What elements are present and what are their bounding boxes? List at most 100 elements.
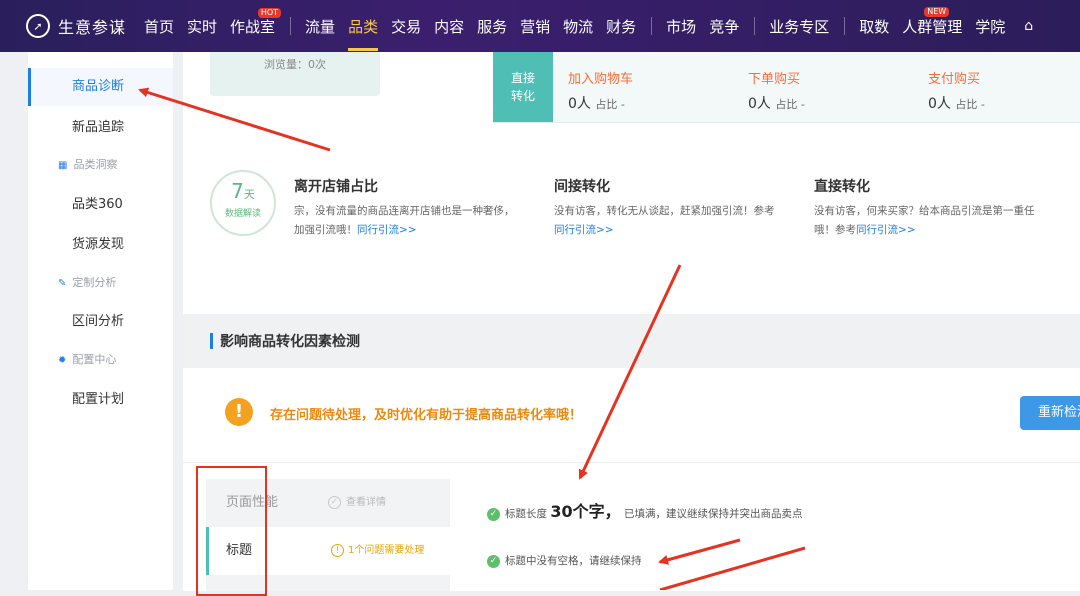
nav-divider <box>754 17 756 35</box>
check-circle-icon: ✓ <box>328 495 341 509</box>
metric-title: 支付购买 <box>928 72 981 87</box>
alert-banner: ! 存在问题待处理，及时优化有助于提高商品转化率哦！ 重新检测 <box>183 368 1080 450</box>
logo-text: 生意参谋 <box>58 18 127 37</box>
peer-traffic-link[interactable]: 同行引流>> <box>357 224 417 236</box>
sidebar-group-label: 品类洞察 <box>73 158 118 171</box>
tip-leave-store: 离开店铺占比 宗，没有流量的商品连离开店铺也是一种奢侈，加强引流哦！同行引流>> <box>294 176 519 240</box>
tab-status: 查看详情 <box>346 497 386 508</box>
period-badge: 7天 数据解读 <box>210 170 276 236</box>
tip-text: 没有访客，何来买家？给本商品引流是第一重任哦！参考 <box>814 205 1035 236</box>
period-caption: 数据解读 <box>224 209 261 219</box>
nav-item-home[interactable]: 首页 <box>144 16 174 37</box>
nav-item-market[interactable]: 市场 <box>666 16 696 37</box>
logo[interactable]: ➚ 生意参谋 <box>26 14 144 38</box>
direct-conversion-panel: 直接 转化 加入购物车 0人 占比 - 下单购买 0人 占比 - 支付购买 0人 … <box>493 52 1080 123</box>
nav-item-category[interactable]: 品类 <box>348 16 379 51</box>
tip-title: 离开店铺占比 <box>294 179 378 195</box>
nav-divider <box>844 17 846 35</box>
alert-text: 存在问题待处理，及时优化有助于提高商品转化率哦！ <box>270 408 583 423</box>
metric-ratio: 占比 - <box>955 98 985 111</box>
tab-title[interactable]: 标题 ! 1个问题需要处理 <box>206 527 450 575</box>
top-nav: ➚ 生意参谋 首页 实时 作战室 HOT 流量 品类 交易 内容 服务 营销 物流… <box>0 0 1080 52</box>
section-header: 影响商品转化因素检测 <box>183 314 1080 368</box>
sidebar-item-config-plan[interactable]: 配置计划 <box>28 381 173 419</box>
browse-count: 浏览量：0次 <box>264 58 326 71</box>
sidebar-item-range-analysis[interactable]: 区间分析 <box>28 303 173 341</box>
hot-badge: HOT <box>257 7 282 18</box>
nav-item-data-fetch[interactable]: 取数 <box>859 16 889 37</box>
metric-payment: 支付购买 0人 占比 - <box>928 68 985 113</box>
tab-status: 1个问题需要处理 <box>348 545 425 556</box>
peer-traffic-link[interactable]: 同行引流>> <box>856 224 916 236</box>
nav-item-business-zone[interactable]: 业务专区 <box>769 16 829 37</box>
period-unit: 天 <box>243 188 255 201</box>
result-value: 30个字， <box>550 502 621 521</box>
nav-item-service[interactable]: 服务 <box>477 16 507 37</box>
metric-value: 0人 <box>928 96 951 112</box>
nav-item-label: 作战室 <box>230 17 276 36</box>
tab-next[interactable] <box>206 575 450 591</box>
section-accent-bar <box>210 333 213 349</box>
nav-item-finance[interactable]: 财务 <box>606 16 636 37</box>
sidebar-item-new-product-tracking[interactable]: 新品追踪 <box>28 109 173 147</box>
metric-value: 0人 <box>568 96 591 112</box>
metric-add-to-cart: 加入购物车 0人 占比 - <box>568 68 633 113</box>
warning-circle-icon: ! <box>331 543 344 557</box>
nav-item-traffic[interactable]: 流量 <box>305 16 335 37</box>
check-icon: ✓ <box>487 554 500 568</box>
direct-conversion-label: 直接 转化 <box>493 52 553 122</box>
sidebar-item-category360[interactable]: 品类360 <box>28 186 173 224</box>
browse-card: 浏览量：0次 <box>210 52 380 96</box>
detection-area: 页面性能 ✓ 查看详情 标题 ! 1个问题需要处理 ✓ 标题长度 30个字， 已填满，… <box>183 462 1080 591</box>
gear-icon: ✹ <box>58 355 67 366</box>
nav-divider <box>651 17 653 35</box>
metric-value: 0人 <box>748 96 771 112</box>
nav-item-academy[interactable]: 学院 <box>975 16 1005 37</box>
peer-traffic-link[interactable]: 同行引流>> <box>554 224 614 236</box>
section-title: 影响商品转化因素检测 <box>220 334 360 350</box>
check-icon: ✓ <box>487 507 500 521</box>
nav-item-competition[interactable]: 竞争 <box>709 16 739 37</box>
nav-item-label: 人群管理 <box>902 17 963 36</box>
metric-order: 下单购买 0人 占比 - <box>748 68 805 113</box>
metric-title: 下单购买 <box>748 72 801 87</box>
tip-indirect-conversion: 间接转化 没有访客，转化无从谈起，赶紧加强引流！参考同行引流>> <box>554 176 779 240</box>
result-suffix: 已填满，建议继续保持并突出商品卖点 <box>623 508 803 520</box>
redetect-button[interactable]: 重新检测 <box>1020 396 1080 430</box>
detection-tabs: 页面性能 ✓ 查看详情 标题 ! 1个问题需要处理 <box>206 479 450 591</box>
sidebar-item-source-discovery[interactable]: 货源发现 <box>28 226 173 264</box>
grid-icon: ▦ <box>58 160 68 171</box>
sidebar-group-custom-analysis: ✎ 定制分析 <box>28 268 173 298</box>
tab-label: 页面性能 <box>226 495 279 510</box>
tab-page-performance[interactable]: 页面性能 ✓ 查看详情 <box>206 479 450 527</box>
result-no-space: ✓ 标题中没有空格，请继续保持 <box>487 553 642 568</box>
nav-item-trade[interactable]: 交易 <box>391 16 421 37</box>
result-text: 标题中没有空格，请继续保持 <box>505 555 642 567</box>
result-title-length: ✓ 标题长度 30个字， 已填满，建议继续保持并突出商品卖点 <box>487 498 802 522</box>
metric-ratio: 占比 - <box>595 98 625 111</box>
new-badge: NEW <box>924 6 950 17</box>
period-days: 7 <box>231 179 244 203</box>
tab-label: 标题 <box>226 543 253 558</box>
user-icon[interactable]: ⌂ <box>1024 18 1033 34</box>
tip-title: 间接转化 <box>554 179 610 195</box>
nav-item-logistics[interactable]: 物流 <box>563 16 593 37</box>
nav-item-content[interactable]: 内容 <box>434 16 464 37</box>
nav-item-warroom[interactable]: 作战室 HOT <box>230 7 282 37</box>
sidebar-group-config-center: ✹ 配置中心 <box>28 345 173 375</box>
tip-title: 直接转化 <box>814 179 870 195</box>
result-prefix: 标题长度 <box>505 508 547 520</box>
wrench-icon: ✎ <box>58 278 67 289</box>
tip-direct-conversion: 直接转化 没有访客，何来买家？给本商品引流是第一重任哦！参考同行引流>> <box>814 176 1039 240</box>
compass-icon: ➚ <box>26 14 50 38</box>
metric-title: 加入购物车 <box>568 72 634 87</box>
sidebar-group-label: 配置中心 <box>72 353 117 366</box>
nav-item-crowd[interactable]: 人群管理 NEW <box>902 6 963 37</box>
nav-item-marketing[interactable]: 营销 <box>520 16 550 37</box>
warning-icon: ! <box>225 398 253 426</box>
sidebar-item-product-diagnosis[interactable]: 商品诊断 <box>28 68 173 106</box>
nav-divider <box>290 17 292 35</box>
main-content: 浏览量：0次 直接 转化 加入购物车 0人 占比 - 下单购买 0人 占比 - 支… <box>183 52 1080 591</box>
sidebar: 商品诊断 新品追踪 ▦ 品类洞察 品类360 货源发现 ✎ 定制分析 区间分析 ✹ 配… <box>28 52 173 590</box>
nav-item-realtime[interactable]: 实时 <box>187 16 217 37</box>
